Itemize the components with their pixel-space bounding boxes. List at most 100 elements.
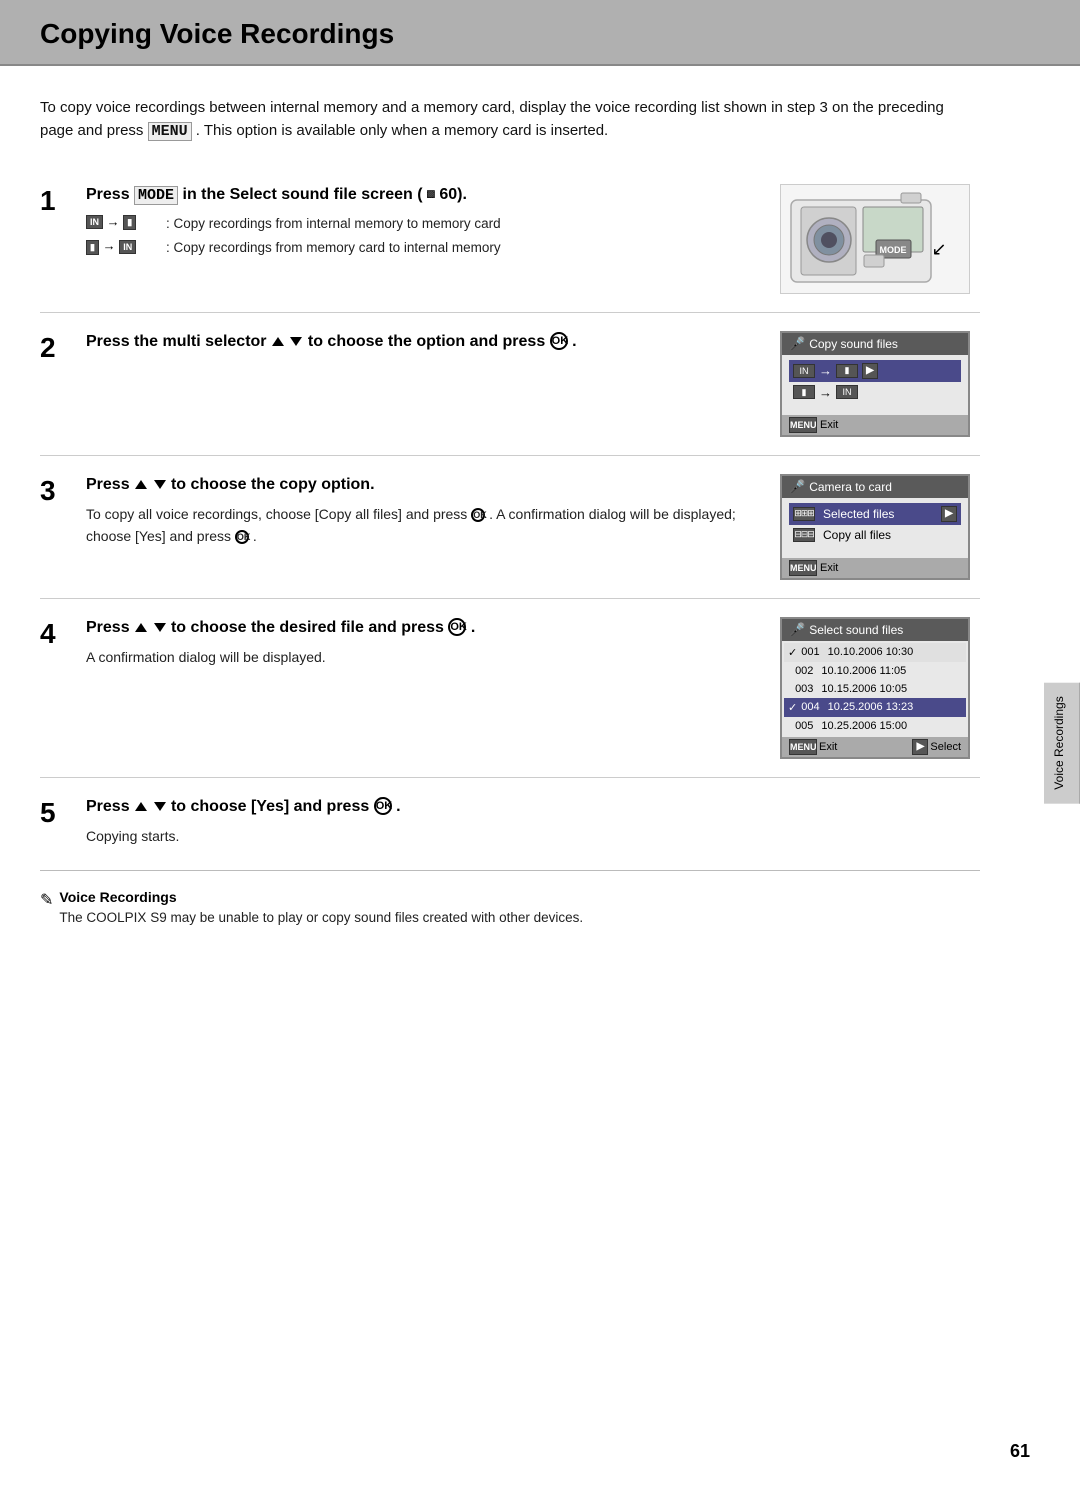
svg-text:↙: ↙ (931, 239, 946, 259)
lcd-exit-3: Exit (820, 562, 838, 574)
step-3-title: Press to choose the copy option. (86, 474, 764, 496)
step-4-content: Press to choose the desired file and pre… (86, 617, 980, 759)
tri-up-5 (135, 802, 147, 811)
step-3-press: Press (86, 476, 134, 493)
lcd-nav-right: ▶ (862, 363, 878, 379)
step-2-content: Press the multi selector to choose the o… (86, 331, 980, 437)
lcd-body-4: ✓ 001 10.10.2006 10:30 002 10.10.2006 11… (782, 641, 968, 737)
page-header: Copying Voice Recordings (0, 0, 1080, 66)
step-5-content: Press to choose [Yes] and press OK . Cop… (86, 796, 980, 852)
step-1-mode-code: MODE (134, 186, 178, 205)
lcd-int-icon-2: IN (836, 385, 858, 399)
date-4: 10.25.2006 13:23 (828, 701, 914, 713)
camera-image: MODE ↙ (780, 184, 970, 294)
check-1: ✓ (788, 646, 797, 659)
lcd-title-bar-4: 🎤 Select sound files (782, 619, 968, 641)
num-2: 002 (795, 665, 813, 677)
page-number: 61 (1010, 1441, 1030, 1462)
lcd-row-2-2: ▮ → IN (789, 382, 961, 403)
num-3: 003 (795, 683, 813, 695)
step-4-desc: A confirmation dialog will be displayed. (86, 647, 764, 669)
lcd-grid-icon: ⊞⊞⊞ (793, 507, 815, 521)
mic-icon-2: 🎤 (789, 336, 805, 352)
intro-paragraph: To copy voice recordings between interna… (40, 96, 980, 144)
step-1-press: Press (86, 186, 134, 203)
note-title: Voice Recordings (59, 889, 583, 905)
step-2-choose: to choose the option and press (308, 333, 550, 350)
step-3-choose: to choose the copy option. (171, 476, 375, 493)
lcd-row-4-4: ✓ 004 10.25.2006 13:23 (784, 698, 966, 717)
ok-button-3b: OK (235, 530, 249, 544)
step-4-layout: Press to choose the desired file and pre… (86, 617, 980, 759)
lcd-footer-2: MENU Exit (782, 415, 968, 435)
step-2-layout: Press the multi selector to choose the o… (86, 331, 980, 437)
step-4-image: 🎤 Select sound files ✓ 001 10.10.2006 10… (780, 617, 980, 759)
lcd-grid-icon-2: ⊟⊟⊟ (793, 528, 815, 542)
menu-code: MENU (148, 122, 192, 141)
lcd-row-3-1: ⊞⊞⊞ Selected files ▶ (789, 503, 961, 525)
step-5-choose: to choose [Yes] and press (171, 798, 374, 815)
step-4-text: Press to choose the desired file and pre… (86, 617, 764, 673)
tri-up-3 (135, 480, 147, 489)
ok-button-2: OK (550, 332, 568, 350)
menu-code-3: MENU (789, 560, 817, 576)
step-2: 2 Press the multi selector to choose the… (40, 313, 980, 456)
step-1-sub1-icon: IN → ▮ (86, 214, 166, 230)
step-1-number: 1 (40, 186, 78, 217)
lcd-arrow-icon: → (819, 363, 832, 378)
step-2-image: 🎤 Copy sound files IN → ▮ ▶ ▮ (780, 331, 980, 437)
num-1: 001 (801, 646, 819, 658)
step-4-period: . (471, 619, 475, 636)
step-1-sub1: IN → ▮ : Copy recordings from internal m… (86, 214, 764, 234)
step-3-content: Press to choose the copy option. To copy… (86, 474, 980, 580)
space-3 (788, 683, 791, 695)
select-arrow-4: ▶ (912, 739, 928, 755)
lcd-nav-right-3: ▶ (941, 506, 957, 522)
lcd-screen-3: 🎤 Camera to card ⊞⊞⊞ Selected files ▶ ⊟⊟… (780, 474, 970, 580)
step-1-layout: Press MODE in the Select sound file scre… (86, 184, 980, 294)
lcd-row-4-1: ✓ 001 10.10.2006 10:30 (784, 643, 966, 662)
lcd-title-2: Copy sound files (809, 337, 898, 351)
step-2-press: Press the multi selector (86, 333, 271, 350)
lcd-row-3-2: ⊟⊟⊟ Copy all files (789, 525, 961, 545)
step-1-icon-ref: ▩ (427, 186, 435, 201)
step-2-title: Press the multi selector to choose the o… (86, 331, 764, 353)
arrow-right-2: → (103, 238, 120, 253)
step-3-desc-3: . (253, 528, 257, 544)
step-5-desc: Copying starts. (86, 826, 980, 848)
lcd-row-4-5: 005 10.25.2006 15:00 (784, 717, 966, 735)
lcd-screen-2: 🎤 Copy sound files IN → ▮ ▶ ▮ (780, 331, 970, 437)
step-5: 5 Press to choose [Yes] and press OK . C… (40, 778, 980, 870)
step-4-number: 4 (40, 619, 78, 650)
step-1-sub1-text: : Copy recordings from internal memory t… (166, 214, 501, 234)
mic-icon-3: 🎤 (789, 479, 805, 495)
note-text: The COOLPIX S9 may be unable to play or … (59, 908, 583, 928)
lcd-card-icon-2: ▮ (793, 385, 815, 399)
lcd-body-3: ⊞⊞⊞ Selected files ▶ ⊟⊟⊟ Copy all files (782, 498, 968, 558)
tri-down-4 (154, 623, 166, 632)
lcd-footer-left: MENU Exit (789, 739, 837, 755)
int-mem-icon-2: IN (119, 240, 136, 254)
note-section: ✎ Voice Recordings The COOLPIX S9 may be… (40, 889, 980, 928)
ok-button-3a: OK (471, 508, 485, 522)
intro-text-2: . This option is available only when a m… (196, 122, 608, 139)
step-5-title: Press to choose [Yes] and press OK . (86, 796, 980, 818)
lcd-row-2-1: IN → ▮ ▶ (789, 360, 961, 382)
ok-button-4: OK (448, 618, 466, 636)
step-4-choose: to choose the desired file and press (171, 619, 448, 636)
menu-code-4: MENU (789, 739, 817, 755)
date-3: 10.15.2006 10:05 (821, 683, 907, 695)
tri-up-4 (135, 623, 147, 632)
step-5-number: 5 (40, 798, 78, 829)
lcd-footer-right: ▶ Select (912, 739, 961, 755)
date-1: 10.10.2006 10:30 (828, 646, 914, 658)
lcd-body-2: IN → ▮ ▶ ▮ → IN (782, 355, 968, 415)
step-1-title-post: in the Select sound file screen ( (183, 186, 423, 203)
step-1-sub2: ▮ → IN : Copy recordings from memory car… (86, 238, 764, 258)
lcd-row-4-3: 003 10.15.2006 10:05 (784, 680, 966, 698)
note-icon: ✎ (40, 890, 53, 910)
lcd-title-3: Camera to card (809, 480, 892, 494)
lcd-title-bar-2: 🎤 Copy sound files (782, 333, 968, 355)
step-3-text: Press to choose the copy option. To copy… (86, 474, 764, 552)
lcd-footer-3: MENU Exit (782, 558, 968, 578)
